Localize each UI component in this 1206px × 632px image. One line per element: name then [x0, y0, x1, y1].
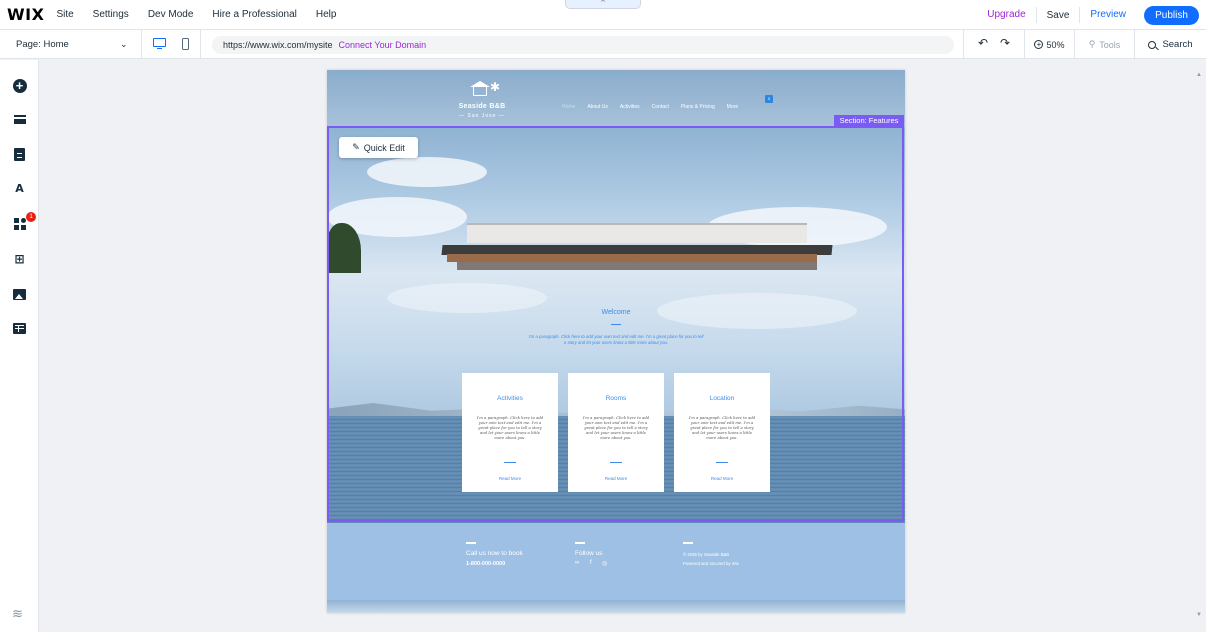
menu-site[interactable]: Site [56, 9, 73, 20]
sections-icon [13, 115, 26, 124]
nav-contact[interactable]: Contact [652, 104, 669, 110]
media-button[interactable] [12, 287, 27, 302]
chevron-up-icon: ^ [601, 0, 605, 6]
divider [683, 542, 693, 544]
mobile-icon[interactable] [182, 38, 189, 50]
social-facebook-icon[interactable]: f [590, 560, 592, 566]
nav-activities[interactable]: Activities [620, 104, 640, 110]
design-icon: A [15, 182, 24, 195]
site-logo-sub: — San Jose — [459, 113, 505, 119]
table-icon [13, 323, 26, 334]
apps-button[interactable]: 1 [12, 212, 36, 231]
connect-domain-link[interactable]: Connect Your Domain [339, 40, 427, 50]
scroll-down-icon[interactable]: ▼ [1196, 612, 1202, 618]
business-button[interactable]: ⊞ [12, 251, 27, 266]
business-icon: ⊞ [14, 251, 25, 266]
next-section-preview [327, 600, 905, 613]
divider [575, 542, 585, 544]
zoom-button[interactable]: + 50% [1025, 30, 1075, 59]
nav-about[interactable]: About Us [587, 104, 608, 110]
menu-hire-professional[interactable]: Hire a Professional [212, 9, 296, 20]
tools-label: Tools [1099, 39, 1121, 50]
page-label: Page: Home [16, 39, 69, 50]
search-button[interactable]: Search [1135, 30, 1206, 59]
site-footer[interactable]: Call us now to book 1-800-000-0000 Follo… [327, 523, 905, 600]
chevron-down-icon: ⌄ [120, 39, 128, 49]
zoom-icon: + [1034, 40, 1044, 49]
search-label: Search [1162, 39, 1193, 50]
desktop-icon[interactable] [153, 38, 166, 49]
zoom-level: 50% [1046, 39, 1065, 50]
site-design-button[interactable]: A [12, 181, 27, 196]
pages-icon [14, 148, 25, 161]
notification-badge: 1 [26, 212, 36, 222]
menu-dev-mode[interactable]: Dev Mode [148, 9, 194, 20]
top-actions: Upgrade Save Preview Publish [977, 0, 1206, 30]
search-icon [1148, 40, 1157, 49]
top-bar: WIX Site Settings Dev Mode Hire a Profes… [0, 0, 1206, 30]
cart-icon[interactable]: 0 [765, 95, 773, 103]
top-menu: Site Settings Dev Mode Hire a Profession… [56, 9, 355, 20]
sections-button[interactable] [12, 112, 27, 127]
nav-home[interactable]: Home [562, 104, 575, 110]
menu-help[interactable]: Help [316, 9, 337, 20]
editor-toolbar: Page: Home ⌄ https://www.wix.com/mysite … [0, 30, 1206, 59]
section-selection-frame [327, 126, 904, 522]
device-switcher [142, 30, 201, 59]
nav-plans[interactable]: Plans & Pricing [681, 104, 715, 110]
follow-label: Follow us [575, 550, 603, 557]
quick-edit-label: Quick Edit [363, 142, 405, 153]
tools-icon: ⚲ [1088, 39, 1096, 49]
phone-number: 1-800-000-0000 [466, 561, 506, 567]
divider [466, 542, 476, 544]
palm-icon: ✱ [490, 80, 501, 94]
call-label: Call us now to book [466, 550, 523, 557]
powered-by: Powered and secured by Wix [683, 561, 739, 566]
wix-logo[interactable]: WIX [7, 5, 44, 24]
site-nav: Home About Us Activities Contact Plans &… [562, 104, 750, 110]
page-selector[interactable]: Page: Home ⌄ [0, 30, 142, 59]
layers-icon[interactable]: ≋ [12, 606, 23, 622]
media-icon [13, 289, 26, 300]
redo-icon[interactable]: ↷ [1000, 36, 1010, 50]
apps-icon [13, 217, 26, 230]
pages-button[interactable] [12, 147, 27, 162]
social-vimeo-icon[interactable]: ∞ [575, 560, 579, 566]
pencil-icon: ✎ [352, 142, 360, 152]
quick-edit-button[interactable]: ✎ Quick Edit [339, 137, 418, 158]
left-sidebar: + A 1 ⊞ ≋ [0, 60, 39, 632]
site-url: https://www.wix.com/mysite [223, 40, 333, 50]
site-logo-name: Seaside B&B [458, 103, 506, 110]
add-icon: + [12, 78, 27, 93]
site-header[interactable]: ✱ Seaside B&B — San Jose — Home About Us… [327, 70, 905, 127]
upgrade-button[interactable]: Upgrade [977, 7, 1037, 23]
tools-button[interactable]: ⚲ Tools [1075, 30, 1135, 59]
url-bar: https://www.wix.com/mysite Connect Your … [212, 36, 954, 54]
copyright: © 2035 by Seaside B&B [683, 552, 730, 557]
preview-button[interactable]: Preview [1079, 7, 1136, 23]
scroll-up-icon[interactable]: ▲ [1196, 72, 1202, 78]
menu-settings[interactable]: Settings [93, 9, 129, 20]
save-button[interactable]: Save [1037, 10, 1080, 21]
cms-button[interactable] [12, 321, 27, 336]
collapse-toolbar-button[interactable]: ^ [565, 0, 641, 9]
undo-icon[interactable]: ↶ [978, 36, 988, 50]
add-elements-button[interactable]: + [12, 78, 27, 93]
section-label[interactable]: Section: Features [834, 115, 904, 126]
nav-more[interactable]: More [727, 104, 738, 110]
publish-button[interactable]: Publish [1144, 5, 1199, 25]
house-icon [470, 81, 490, 96]
undo-redo: ↶ ↷ [963, 30, 1025, 59]
social-instagram-icon[interactable]: ◎ [602, 560, 607, 567]
